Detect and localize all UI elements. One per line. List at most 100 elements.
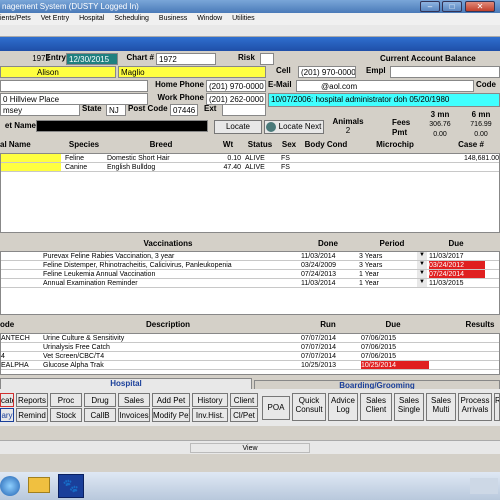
col-due[interactable]: Due [428, 239, 484, 251]
col-vaccinations[interactable]: Vaccinations [40, 239, 296, 251]
sales-client-button[interactable]: Sales Client [360, 393, 392, 421]
6-month-pmt: 0.00 [474, 131, 488, 138]
menu-business[interactable]: Business [159, 15, 187, 22]
table-row[interactable]: ANTECH Urine Culture & Sensitivity 07/07… [1, 334, 499, 343]
menu-clients-pets[interactable]: ients/Pets [0, 15, 31, 22]
col-code[interactable]: ode [0, 320, 40, 332]
col-period[interactable]: Period [358, 239, 426, 251]
client-pet-button[interactable]: Cl/Pet [230, 408, 258, 422]
col-microchip[interactable]: Microchip [352, 140, 438, 152]
table-row[interactable]: Feline Domestic Short Hair 0.10 ALIVE FS… [1, 154, 499, 163]
reports-button[interactable]: Reports [16, 393, 48, 407]
col-run[interactable]: Run [300, 320, 356, 332]
menu-scheduling[interactable]: Scheduling [114, 15, 149, 22]
table-row[interactable]: Urinalysis Free Catch 07/07/2014 07/06/2… [1, 343, 499, 352]
ext-field[interactable] [222, 104, 266, 116]
history-button[interactable]: History [192, 393, 228, 407]
summary-button[interactable]: ary [0, 408, 14, 422]
col-breed[interactable]: Breed [106, 140, 216, 152]
status-cell: ALIVE [245, 155, 265, 162]
app-taskbar-icon[interactable]: 🐾 [58, 474, 84, 498]
table-row[interactable]: Feline Leukemia Annual Vaccination 07/24… [1, 270, 499, 279]
start-button-icon[interactable] [0, 476, 20, 496]
period-cell[interactable]: 3 Years [359, 261, 417, 269]
modify-pet-button[interactable]: Modify Pet [152, 408, 190, 422]
client-button[interactable]: Client [230, 393, 258, 407]
maximize-button[interactable]: □ [442, 1, 462, 12]
lab-desc-cell: Vet Screen/CBC/T4 [43, 353, 105, 360]
file-explorer-icon[interactable] [28, 477, 50, 493]
process-arrivals-button[interactable]: Process Arrivals [458, 393, 492, 421]
locate-next-button[interactable]: Locate Next [264, 120, 324, 134]
quick-consult-button[interactable]: Quick Consult [292, 393, 326, 421]
state-field[interactable]: NJ [106, 104, 126, 116]
code-label: Code [476, 80, 496, 89]
col-case[interactable]: Case # [444, 140, 498, 152]
table-row[interactable]: Feline Distemper, Rhinotracheitis, Calic… [1, 261, 499, 270]
cell-phone-field[interactable]: (201) 970-0000 [298, 66, 356, 78]
sales-multi-button[interactable]: Sales Multi [426, 393, 456, 421]
col-description[interactable]: Description [40, 320, 296, 332]
pet-name-cell[interactable] [1, 163, 61, 171]
minimize-button[interactable]: – [420, 1, 440, 12]
table-row[interactable]: 4 Vet Screen/CBC/T4 07/07/2014 07/06/201… [1, 352, 499, 361]
pet-name-cell[interactable] [1, 154, 61, 162]
chevron-down-icon[interactable]: ▼ [417, 279, 427, 287]
city-field[interactable]: msey [0, 104, 80, 116]
entry-date[interactable]: 12/30/2015 [66, 53, 118, 65]
chevron-down-icon[interactable]: ▼ [417, 252, 427, 260]
sales-button[interactable]: Sales [118, 393, 150, 407]
period-cell[interactable]: 3 Years [359, 252, 417, 260]
col-species[interactable]: Species [64, 140, 104, 152]
table-row[interactable]: Annual Examination Reminder 11/03/2014 1… [1, 279, 499, 288]
col-results[interactable]: Results [460, 320, 500, 332]
risk-field[interactable] [260, 53, 274, 65]
email-field[interactable]: @aol.com [296, 80, 474, 92]
col-sex[interactable]: Sex [278, 140, 300, 152]
chevron-down-icon[interactable]: ▼ [417, 270, 427, 278]
home-phone-field[interactable]: (201) 970-0000 [206, 80, 266, 92]
col-animal-name[interactable]: al Name [0, 140, 60, 152]
client-note[interactable]: 10/07/2006: hospital administrator doh 0… [268, 93, 500, 107]
callback-button[interactable]: CallB [84, 408, 116, 422]
invoices-button[interactable]: Invoices [118, 408, 150, 422]
tab-hospital[interactable]: Hospital [0, 378, 252, 389]
menu-hospital[interactable]: Hospital [79, 15, 104, 22]
advice-log-button[interactable]: Advice Log [328, 393, 358, 421]
menu-vet-entry[interactable]: Vet Entry [41, 15, 69, 22]
post-code-field[interactable]: 07446 [170, 104, 198, 116]
col-status[interactable]: Status [242, 140, 278, 152]
close-button[interactable]: ✕ [465, 1, 495, 12]
chart-number[interactable]: 1972 [156, 53, 216, 65]
locate-button[interactable]: Locate [214, 120, 262, 134]
table-row[interactable]: EALPHA Glucose Alpha Trak 10/25/2013 10/… [1, 361, 499, 370]
pet-name-field[interactable] [36, 120, 208, 132]
drug-button[interactable]: Drug [84, 393, 116, 407]
proc-button[interactable]: Proc [50, 393, 82, 407]
remind-button[interactable]: Remind [16, 408, 48, 422]
employer-field[interactable] [390, 66, 500, 78]
locate-small-button[interactable]: cate [0, 393, 14, 407]
poa-button[interactable]: POA [262, 396, 290, 420]
table-row[interactable]: Canine English Bulldog 47.40 ALIVE FS [1, 163, 499, 172]
lab-code-cell: EALPHA [1, 362, 29, 369]
col-body-cond[interactable]: Body Cond [300, 140, 352, 152]
stock-button[interactable]: Stock [50, 408, 82, 422]
tab-boarding-grooming[interactable]: Boarding/Grooming [254, 380, 500, 389]
col-done[interactable]: Done [300, 239, 356, 251]
last-name-field[interactable]: Maglio [118, 66, 266, 78]
period-cell[interactable]: 1 Year [359, 270, 417, 278]
add-pet-button[interactable]: Add Pet [152, 393, 190, 407]
first-name-field[interactable]: Alison [0, 66, 116, 78]
col-weight[interactable]: Wt [216, 140, 240, 152]
col-lab-due[interactable]: Due [358, 320, 428, 332]
chevron-down-icon[interactable]: ▼ [417, 261, 427, 269]
period-cell[interactable]: 1 Year [359, 279, 417, 287]
sales-single-button[interactable]: Sales Single [394, 393, 424, 421]
more-button[interactable]: Re [494, 393, 500, 421]
menu-utilities[interactable]: Utilities [232, 15, 255, 22]
menu-window[interactable]: Window [197, 15, 222, 22]
address-line-2[interactable] [0, 80, 148, 92]
table-row[interactable]: Purevax Feline Rabies Vaccination, 3 yea… [1, 252, 499, 261]
invoice-history-button[interactable]: Inv.Hist. [192, 408, 228, 422]
